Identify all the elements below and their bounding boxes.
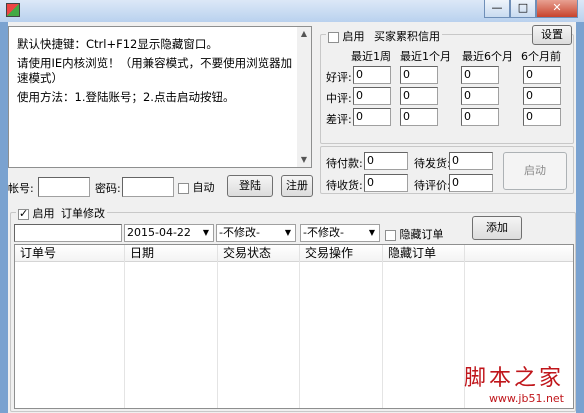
column-divider xyxy=(15,262,125,408)
credit-input[interactable]: 0 xyxy=(523,87,561,105)
date-value: 2015-04-22 xyxy=(127,226,191,239)
table-header: 订单号 日期 交易状态 交易操作 隐藏订单 xyxy=(15,245,573,262)
main-window: — □ ✕ 默认快捷键：Ctrl+F12显示隐藏窗口。 请使用IE内核浏览！（用… xyxy=(0,0,584,413)
hide-order-option[interactable]: 隐藏订单 xyxy=(385,226,444,242)
credit-input[interactable]: 0 xyxy=(523,66,561,84)
pending-ship-label: 待发货: xyxy=(414,157,451,170)
credit-input[interactable]: 0 xyxy=(400,87,438,105)
password-label: 密码: xyxy=(95,182,121,195)
column-divider xyxy=(218,262,300,408)
credit-input[interactable]: 0 xyxy=(461,108,499,126)
status-select[interactable]: -不修改- ▼ xyxy=(216,224,296,242)
app-icon xyxy=(6,3,20,17)
credit-input[interactable]: 0 xyxy=(523,108,561,126)
notice-line-3: 使用方法：1.登陆账号；2.点击启动按钮。 xyxy=(17,90,235,104)
credit-input[interactable]: 0 xyxy=(353,87,391,105)
pending-payment-field[interactable]: 0 xyxy=(364,152,408,170)
notice-textarea[interactable]: 默认快捷键：Ctrl+F12显示隐藏窗口。 请使用IE内核浏览！（用兼容模式，不… xyxy=(8,26,312,168)
column-header-hidden[interactable]: 隐藏订单 xyxy=(383,245,465,262)
pending-ship-field[interactable]: 0 xyxy=(449,152,493,170)
watermark-title: 脚本之家 xyxy=(463,366,564,391)
order-enable-checkbox[interactable] xyxy=(18,207,29,220)
credit-group-header: 启用 买家累积信用 xyxy=(326,28,442,44)
notice-scrollbar[interactable]: ▲ ▼ xyxy=(297,27,311,167)
pending-review-label: 待评价: xyxy=(414,179,451,192)
credit-input[interactable]: 0 xyxy=(461,87,499,105)
order-group-header: 启用 订单修改 xyxy=(16,205,107,221)
client-area: 默认快捷键：Ctrl+F12显示隐藏窗口。 请使用IE内核浏览！（用兼容模式，不… xyxy=(8,22,576,413)
order-group-title: 订单修改 xyxy=(61,207,105,220)
credit-input[interactable]: 0 xyxy=(353,66,391,84)
credit-enable-label: 启用 xyxy=(342,30,365,43)
notice-line-1: 默认快捷键：Ctrl+F12显示隐藏窗口。 xyxy=(17,37,218,51)
watermark-url: www.jb51.net xyxy=(488,392,564,405)
auto-login-label: 自动 xyxy=(192,181,215,194)
credit-enable-checkbox[interactable] xyxy=(328,31,339,43)
account-label: 帐号: xyxy=(8,182,34,195)
password-input[interactable] xyxy=(122,177,174,197)
chevron-down-icon[interactable]: ▼ xyxy=(199,225,213,241)
add-button[interactable]: 添加 xyxy=(472,216,522,240)
order-number-input[interactable] xyxy=(14,224,122,242)
credit-col-header: 最近1周 xyxy=(351,50,391,63)
scroll-up-arrow-icon[interactable]: ▲ xyxy=(297,27,311,41)
credit-input[interactable]: 0 xyxy=(461,66,499,84)
hide-order-label: 隐藏订单 xyxy=(399,228,444,241)
maximize-button[interactable]: □ xyxy=(510,0,536,18)
credit-col-header: 6个月前 xyxy=(521,50,561,63)
column-divider xyxy=(125,262,218,408)
auto-login-checkbox[interactable] xyxy=(178,182,189,194)
operation-select[interactable]: -不修改- ▼ xyxy=(300,224,380,242)
title-bar[interactable]: — □ ✕ xyxy=(0,0,584,22)
column-header-date[interactable]: 日期 xyxy=(125,245,218,262)
chevron-down-icon[interactable]: ▼ xyxy=(281,225,295,241)
scroll-down-arrow-icon[interactable]: ▼ xyxy=(297,153,311,167)
pending-receive-field[interactable]: 0 xyxy=(364,174,408,192)
date-picker[interactable]: 2015-04-22 ▼ xyxy=(124,224,214,242)
credit-col-header: 最近1个月 xyxy=(400,50,451,63)
credit-row-label: 中评: xyxy=(326,92,352,105)
credit-input[interactable]: 0 xyxy=(400,108,438,126)
status-select-value: -不修改- xyxy=(219,226,260,239)
pending-receive-label: 待收货: xyxy=(326,179,363,192)
chevron-down-icon[interactable]: ▼ xyxy=(365,225,379,241)
hide-order-checkbox[interactable] xyxy=(385,229,396,241)
pending-review-field[interactable]: 0 xyxy=(449,174,493,192)
auto-login-option[interactable]: 自动 xyxy=(178,179,215,195)
operation-select-value: -不修改- xyxy=(303,226,344,239)
pending-payment-label: 待付款: xyxy=(326,157,363,170)
settings-button[interactable]: 设置 xyxy=(532,25,572,45)
login-button[interactable]: 登陆 xyxy=(227,175,273,197)
column-header-order-number[interactable]: 订单号 xyxy=(15,245,125,262)
credit-row-label: 好评: xyxy=(326,71,352,84)
close-button[interactable]: ✕ xyxy=(536,0,578,18)
account-input[interactable] xyxy=(38,177,90,197)
credit-input[interactable]: 0 xyxy=(400,66,438,84)
credit-input[interactable]: 0 xyxy=(353,108,391,126)
credit-row-label: 差评: xyxy=(326,113,352,126)
column-divider xyxy=(300,262,383,408)
column-divider xyxy=(383,262,465,408)
column-header-operation[interactable]: 交易操作 xyxy=(300,245,383,262)
minimize-button[interactable]: — xyxy=(484,0,510,18)
credit-group-title: 买家累积信用 xyxy=(374,30,440,43)
watermark: 脚本之家 www.jb51.net xyxy=(464,360,564,405)
order-enable-label: 启用 xyxy=(32,207,55,220)
start-button[interactable]: 启动 xyxy=(503,152,567,190)
notice-line-2: 请使用IE内核浏览！（用兼容模式，不要使用浏览器加速模式） xyxy=(17,56,293,85)
column-header-status[interactable]: 交易状态 xyxy=(218,245,300,262)
register-button[interactable]: 注册 xyxy=(281,175,313,197)
credit-col-header: 最近6个月 xyxy=(462,50,513,63)
